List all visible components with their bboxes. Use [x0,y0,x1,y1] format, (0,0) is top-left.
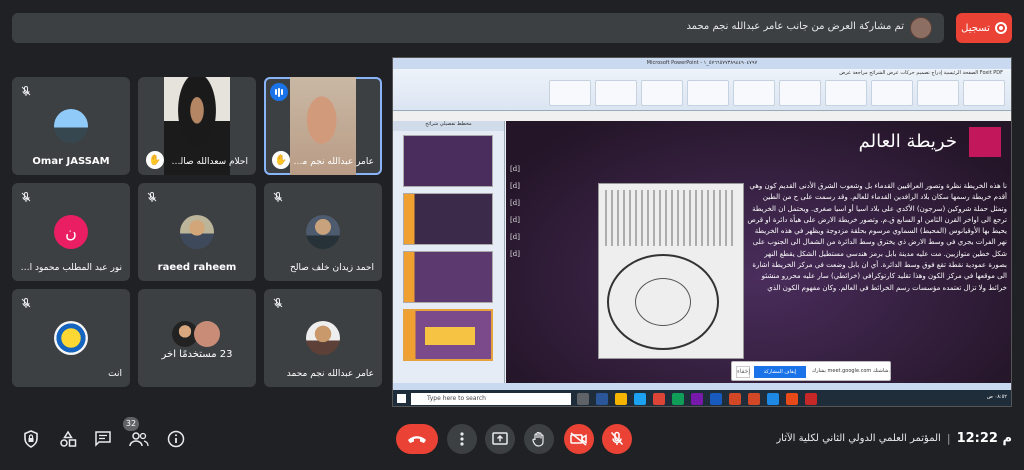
record-icon [994,22,1007,34]
participant-name: أحمد زيدان خلف صالح [289,263,374,273]
ppt-ribbon-tabs: الصفحة الرئيسية إدراج تصميم حركات عرض ال… [839,70,1003,76]
babylonian-map-image [598,183,744,359]
slide-thumbnail [403,135,493,187]
participant-name: 23 مستخدمًا آخر [161,349,233,360]
raised-hand-icon: ✋ [146,151,164,169]
mic-toggle-button[interactable] [602,424,632,454]
participant-name: عامر عبدالله نجم محمد [286,369,374,379]
participants-count-badge: 32 [123,417,139,431]
activities-icon[interactable] [58,429,78,449]
participant-tile-raeed[interactable]: raeed raheem [138,183,256,281]
hand-icon [532,431,544,447]
participant-tile-amer[interactable]: عامر عبدالله نجم محمد [264,289,382,387]
people-icon[interactable] [129,429,149,449]
participant-name: احلام سعدالله صالح ... [166,157,248,167]
others-avatars [172,321,222,349]
ppt-status-bar [393,383,1011,390]
ppt-window-title: Microsoft PowerPoint - ٥٧٦٦٥٧٧٣٨٩٤٤٩٠٤٧٩… [393,58,1011,69]
taskbar-search: Type here to search [411,393,571,405]
participant-name: Omar JASSAM [32,156,110,167]
participant-tile-others[interactable]: 23 مستخدمًا آخر [138,289,256,387]
meet-window: تم مشاركة العرض من جانب عامر عبدالله نجم… [0,0,1024,470]
leave-call-button[interactable] [396,424,438,454]
taskbar-clock: ٠٨:٥٢ ص [986,394,1007,400]
participant-avatar [306,215,340,249]
thumbs-header: مخطط تفصيلي شرائح [393,121,504,131]
participant-avatar: ن [54,215,88,249]
screen-share-notification: إخفاء إيقاف المشاركة يشارك meet.google.c… [731,361,891,381]
participant-tile-noor[interactable]: ن نور عبد المطلب محمود السـ... [12,183,130,281]
participant-tile-omar[interactable]: Omar JASSAM [12,77,130,175]
slide-title: خريطة العالم [858,131,957,152]
slide-thumbnail-selected [403,309,493,361]
windows-taskbar: Type here to search ٠٨:٥٢ ص [393,390,1011,406]
record-button[interactable]: تسجيل [956,13,1012,43]
meeting-separator: | [946,432,951,445]
stop-sharing-button[interactable]: إيقاف المشاركة [754,366,806,378]
ppt-body: مخطط تفصيلي شرائح خريطة العالم نا هذه ال… [393,121,1011,383]
chat-icon[interactable] [93,429,113,449]
presenter-avatar [910,17,932,39]
meeting-title: المؤتمر العلمي الدولي الثاني لكلية الآثا… [776,433,941,444]
mic-off-icon [21,191,31,202]
more-options-button[interactable] [447,424,477,454]
mic-off-icon [273,297,283,308]
participant-avatar [54,321,88,355]
host-controls-icon[interactable] [21,429,41,449]
slide-thumbnails-pane: مخطط تفصيلي شرائح [393,121,505,383]
mic-off-icon [147,191,157,202]
raised-hand-icon: ✋ [272,151,290,169]
hang-up-icon [408,436,426,443]
sharing-status-text: يشارك meet.google.com شاشتك. [812,368,891,374]
mic-off-icon [21,297,31,308]
participant-name: raeed raheem [157,262,237,273]
presentation-notice-text: تم مشاركة العرض من جانب عامر عبدالله نجم… [686,21,904,32]
participant-avatar [180,215,214,249]
slide-text: نا هذه الخريطة نظرة وتصور العراقيين القد… [747,182,1007,292]
ppt-ribbon-groups [393,78,1011,108]
present-now-button[interactable] [485,424,515,454]
meeting-info: المؤتمر العلمي الدولي الثاني لكلية الآثا… [776,431,1012,446]
record-label: تسجيل [961,22,990,34]
present-screen-icon [492,432,508,445]
slide-thumbnail [403,251,493,303]
participant-avatar [306,321,340,355]
taskbar-apps [577,393,817,405]
participant-name: عامر عبدالله نجم محمد [292,157,374,167]
mic-off-icon [273,191,283,202]
shared-screen[interactable]: Microsoft PowerPoint - ٥٧٦٦٥٧٧٣٨٩٤٤٩٠٤٧٩… [392,57,1012,407]
windows-start-icon [397,394,406,403]
camera-off-icon [570,432,587,446]
participant-tile-ahmed[interactable]: أحمد زيدان خلف صالح [264,183,382,281]
raise-hand-button[interactable] [524,424,554,454]
current-slide: خريطة العالم نا هذه الخريطة نظرة وتصور ا… [506,121,1011,383]
meeting-clock: 12:22 م [956,431,1012,446]
meeting-details-icon[interactable] [166,429,186,449]
participant-tile-you[interactable]: أنت [12,289,130,387]
mic-off-icon [610,431,624,446]
speaking-indicator-icon [270,83,288,101]
mic-off-icon [21,85,31,96]
more-vert-icon [460,432,464,446]
presentation-notice-bar: تم مشاركة العرض من جانب عامر عبدالله نجم… [12,13,944,43]
cuneiform-transliteration: [d] [d] [d] [d] [d] [d] [510,165,520,258]
camera-toggle-button[interactable] [564,424,594,454]
participant-name: نور عبد المطلب محمود السـ... [20,263,122,273]
slide-accent [969,127,1001,157]
participant-avatar [54,109,88,143]
ppt-ribbon: الصفحة الرئيسية إدراج تصميم حركات عرض ال… [393,69,1011,111]
participant-tile-amer-video[interactable]: ✋ عامر عبدالله نجم محمد [264,77,382,175]
slide-thumbnail [403,193,493,245]
participant-tile-ahlam[interactable]: ✋ احلام سعدالله صالح ... [138,77,256,175]
hide-share-bar-button[interactable]: إخفاء [736,366,750,378]
participant-name: أنت [108,369,122,379]
